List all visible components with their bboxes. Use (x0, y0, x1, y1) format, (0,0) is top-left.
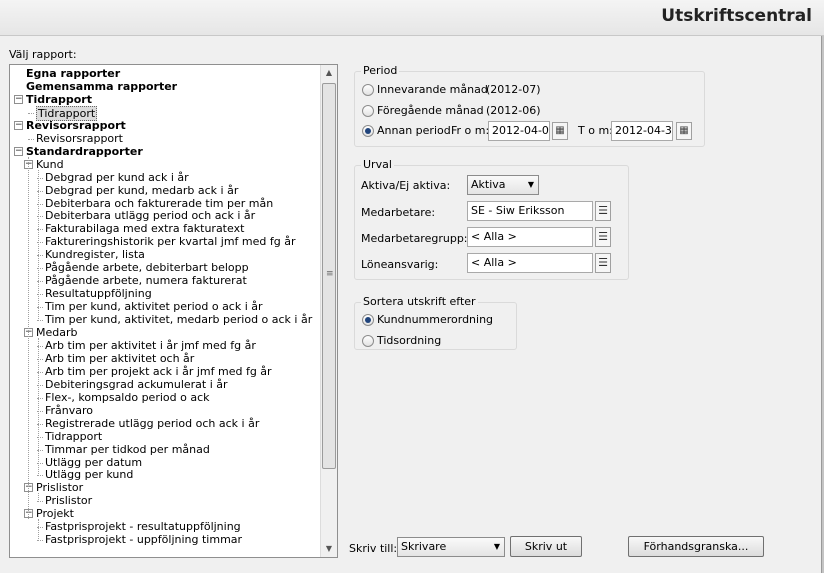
tree-item[interactable]: Utlägg per datum (45, 456, 142, 469)
tree-item[interactable]: Kund (36, 158, 64, 171)
sort-tid-label: Tidsordning (377, 334, 442, 347)
grip-icon: ≡ (326, 269, 334, 279)
tree-scrollbar[interactable]: ▲ ≡ ▼ (320, 65, 337, 557)
to-date-label: T o m: (578, 124, 613, 137)
tree-item[interactable]: Timmar per tidkod per månad (45, 443, 210, 456)
to-date-field[interactable]: 2012-04-30 (611, 121, 673, 141)
print-button[interactable]: Skriv ut (510, 536, 582, 557)
period-current-radio[interactable] (362, 84, 374, 96)
aktiva-select[interactable]: Aktiva ▼ (467, 175, 539, 195)
chevron-down-icon: ▼ (493, 542, 500, 551)
period-other-label: Annan period (377, 124, 451, 137)
tree-item[interactable]: Arb tim per aktivitet och år (45, 352, 194, 365)
tree-item[interactable]: Debiterbara och fakturerade tim per mån (45, 197, 273, 210)
from-date-field[interactable]: 2012-04-02 (488, 121, 550, 141)
tree-connector (38, 169, 39, 322)
period-previous-value: (2012-06) (486, 104, 541, 117)
tree-item[interactable]: Pågående arbete, debiterbart belopp (45, 261, 249, 274)
aktiva-label: Aktiva/Ej aktiva: (361, 179, 451, 192)
tree-item[interactable]: Pågående arbete, numera fakturerat (45, 274, 247, 287)
skriv-till-label: Skriv till: (349, 542, 398, 555)
tree-item[interactable]: Resultatuppföljning (45, 287, 152, 300)
tree-item[interactable]: Debgrad per kund, medarb ack i år (45, 184, 238, 197)
title-bar: Utskriftscentral (0, 0, 824, 36)
list-picker-icon[interactable]: ☰ (595, 253, 611, 273)
tree-connector (28, 138, 34, 140)
tree-item[interactable]: Arb tim per aktivitet i år jmf med fg år (45, 339, 256, 352)
grupp-field[interactable]: < Alla > (467, 227, 593, 247)
tree-item[interactable]: Medarb (36, 326, 78, 339)
tree-item[interactable]: Standardrapporter (26, 145, 143, 158)
scroll-thumb[interactable]: ≡ (322, 83, 336, 469)
sortera-group-title: Sortera utskrift efter (361, 295, 478, 308)
calendar-icon[interactable]: ▦ (676, 122, 692, 140)
skriv-till-select[interactable]: Skrivare ▼ (397, 537, 505, 557)
tree-connector (38, 519, 39, 542)
tree-connector (38, 338, 39, 477)
tree-item[interactable]: Arb tim per projekt ack i år jmf med fg … (45, 365, 272, 378)
aktiva-select-value: Aktiva (471, 178, 506, 191)
scroll-down-icon[interactable]: ▼ (321, 541, 337, 557)
tree-item[interactable]: Tim per kund, aktivitet period o ack i å… (45, 300, 263, 313)
medarbetare-label: Medarbetare: (361, 206, 436, 219)
tree-item[interactable]: Fakturabilaga med extra fakturatext (45, 222, 244, 235)
tree-item[interactable]: Kundregister, lista (45, 248, 145, 261)
scroll-up-icon[interactable]: ▲ (321, 65, 337, 81)
tree-item[interactable]: Tidrapport (45, 430, 102, 443)
tree-item[interactable]: Debiteringsgrad ackumulerat i år (45, 378, 228, 391)
period-previous-radio[interactable] (362, 105, 374, 117)
tree-item[interactable]: Faktureringshistorik per kvartal jmf med… (45, 235, 296, 248)
tree-item[interactable]: Flex-, kompsaldo period o ack (45, 391, 210, 404)
report-tree[interactable]: Egna rapporter Gemensamma rapporter − Tidra… (9, 64, 338, 558)
tree-connector (38, 493, 39, 503)
period-current-label: Innevarande månad (377, 83, 488, 96)
tree-item[interactable]: Tidrapport (26, 93, 92, 106)
tree-item[interactable]: Debiterbara utlägg period och ack i år (45, 209, 255, 222)
lone-label: Löneansvarig: (361, 258, 439, 271)
tree-item[interactable]: Utlägg per kund (45, 468, 133, 481)
tree-item[interactable]: Fastprisprojekt - resultatuppföljning (45, 520, 241, 533)
tree-item[interactable]: Projekt (36, 507, 74, 520)
list-picker-icon[interactable]: ☰ (595, 201, 611, 221)
collapse-icon[interactable]: − (14, 146, 23, 156)
tree-item[interactable]: Registrerade utlägg period och ack i år (45, 417, 259, 430)
tree-item[interactable]: Egna rapporter (26, 67, 120, 80)
preview-button[interactable]: Förhandsgranska... (628, 536, 764, 557)
chevron-down-icon: ▼ (527, 180, 534, 189)
tree-item[interactable]: Tim per kund, aktivitet, medarb period o… (45, 313, 312, 326)
tree-item[interactable]: Prislistor (36, 481, 83, 494)
grupp-label: Medarbetaregrupp: (361, 232, 468, 245)
medarbetare-field[interactable]: SE - Siw Eriksson (467, 201, 593, 221)
report-tree-items: Egna rapporter Gemensamma rapporter − Tidra… (10, 65, 319, 557)
tree-item[interactable]: Fastprisprojekt - uppföljning timmar (45, 533, 242, 546)
period-group-title: Period (361, 64, 400, 77)
lone-field[interactable]: < Alla > (467, 253, 593, 273)
sort-kundnummer-radio[interactable] (362, 314, 374, 326)
collapse-icon[interactable]: − (14, 120, 23, 130)
tree-item[interactable]: Debgrad per kund ack i år (45, 171, 189, 184)
from-date-label: Fr o m: (451, 124, 490, 137)
report-tree-label: Välj rapport: (9, 48, 77, 61)
period-current-value: (2012-07) (486, 83, 541, 96)
tree-item[interactable]: Prislistor (45, 494, 92, 507)
tree-item[interactable]: Frånvaro (45, 404, 93, 417)
tree-item[interactable]: Revisorsrapport (26, 119, 126, 132)
sort-kundnummer-label: Kundnummerordning (377, 313, 494, 326)
list-picker-icon[interactable]: ☰ (595, 227, 611, 247)
tree-item[interactable]: Revisorsrapport (36, 132, 123, 145)
period-previous-label: Föregående månad (377, 104, 484, 117)
skriv-till-value: Skrivare (401, 540, 447, 553)
window-title: Utskriftscentral (661, 6, 812, 26)
calendar-icon[interactable]: ▦ (552, 122, 568, 140)
tree-connector (28, 112, 34, 114)
urval-group-title: Urval (361, 158, 394, 171)
period-other-radio[interactable] (362, 125, 374, 137)
tree-item[interactable]: Gemensamma rapporter (26, 80, 177, 93)
collapse-icon[interactable]: − (14, 94, 23, 104)
sort-tid-radio[interactable] (362, 335, 374, 347)
tree-connector (28, 156, 29, 520)
